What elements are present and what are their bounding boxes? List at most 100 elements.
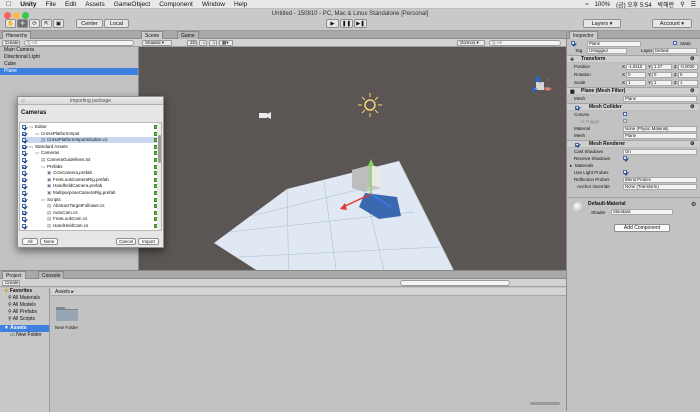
mesh-renderer-header[interactable]: Mesh Renderer ⚙ [567,140,699,148]
package-item-checkbox[interactable] [22,131,26,136]
scene-viewport[interactable] [139,47,566,270]
physic-material-field[interactable]: None (Physic Material) [623,125,697,132]
mesh-collider-header[interactable]: Mesh Collider ⚙ [567,103,699,111]
menu-window[interactable]: Window [202,1,225,8]
package-item[interactable]: ▭ Editor [22,124,161,130]
hierarchy-item[interactable]: Directional Light [0,54,138,61]
gear-icon[interactable]: ⚙ [690,104,694,111]
anchor-override-field[interactable]: None (Transform) [623,183,697,190]
layers-dropdown[interactable]: Layers ▾ [583,19,621,28]
receive-shadows-checkbox[interactable] [623,156,627,160]
transform-header[interactable]: ✛ Transform ⚙ [567,55,699,63]
scale-tool-button[interactable]: ⇱ [41,19,52,28]
package-item-checkbox[interactable] [22,197,26,202]
package-item[interactable]: ▤ CameraGuidelines.txt [22,157,161,163]
tab-project[interactable]: Project [2,271,26,279]
camera-gizmo[interactable] [259,112,271,119]
breadcrumb-assets[interactable]: Assets [55,289,70,295]
directional-light-gizmo[interactable] [358,93,382,117]
transform-rotation-z-field[interactable]: 0 [678,71,698,78]
package-item[interactable]: ▭ CrossPlatformInput [22,131,161,137]
gear-icon[interactable]: ⚙ [691,201,696,208]
package-item-checkbox[interactable] [22,144,26,149]
thumbnail-size-slider[interactable] [530,402,560,405]
package-item[interactable]: ▤ CrossPlatformInputInitialize.cs [22,137,161,144]
package-item[interactable]: ▭ Prefabs [22,164,161,170]
package-item[interactable]: ▭ Cameras [22,150,161,156]
hand-tool-button[interactable]: ✋ [5,19,16,28]
pause-button[interactable]: ❚❚ [340,19,353,28]
cancel-button[interactable]: Cancel [116,238,136,245]
cube-object[interactable] [352,165,382,192]
wifi-icon[interactable]: ≈ [585,2,588,8]
transform-scale-z-field[interactable]: 1 [678,79,698,86]
clock[interactable]: (금) 오후 5:54 [616,0,652,9]
transform-position-z-field[interactable]: -0.0030 [678,63,698,70]
select-all-button[interactable]: All [22,238,38,245]
step-button[interactable]: ▶❚ [354,19,367,28]
menu-edit[interactable]: Edit [65,1,76,8]
file-list-scrollbar[interactable] [157,123,161,230]
rotate-tool-button[interactable]: ⟳ [29,19,40,28]
mesh-field[interactable]: Plane [623,95,697,102]
package-item[interactable]: ▣ CctvCamera.prefab [22,170,161,176]
spotlight-icon[interactable]: ⚲ [680,1,684,8]
project-create-dropdown[interactable]: Create ▾ [2,279,20,286]
notification-icon[interactable]: ☰ [691,1,696,8]
project-breadcrumb[interactable]: Assets ▸ [51,288,566,296]
hierarchy-item[interactable]: Plane [0,68,138,75]
gizmos-dropdown[interactable]: Gizmos ▾ [457,39,485,46]
account-dropdown[interactable]: Account ▾ [652,19,692,28]
reflection-probes-dropdown[interactable]: Blend Probes [623,176,697,183]
scrollbar-thumb[interactable] [157,135,161,163]
menu-help[interactable]: Help [234,1,247,8]
transform-rotation-x-field[interactable]: 0 [626,71,646,78]
pivot-center-button[interactable]: Center [76,19,103,28]
is-trigger-checkbox[interactable] [623,119,627,123]
package-item-checkbox[interactable] [22,151,26,156]
object-active-checkbox[interactable] [571,41,575,45]
tag-dropdown[interactable]: Untagged [587,47,627,54]
tree-new-folder[interactable]: ▭ New Folder [0,332,49,339]
transform-scale-y-field[interactable]: 1 [652,79,672,86]
rect-tool-button[interactable]: ▣ [53,19,64,28]
hierarchy-search-input[interactable]: Q·All [24,39,134,46]
package-item[interactable]: ▣ FreeLookCameraRig.prefab [22,177,161,183]
add-component-button[interactable]: Add Component [614,224,670,232]
package-item-checkbox[interactable] [22,177,26,182]
audio-toggle[interactable]: ♫ [209,39,217,46]
favorite-item[interactable]: ⚲ All Prefabs [0,309,49,316]
select-none-button[interactable]: None [40,238,58,245]
package-item-checkbox[interactable] [22,217,26,222]
package-item[interactable]: ▤ AbstractTargetFollower.cs [22,203,161,209]
move-tool-button[interactable]: ✛ [17,19,28,28]
pivot-local-button[interactable]: Local [104,19,129,28]
package-item-checkbox[interactable] [22,224,26,228]
tab-inspector[interactable]: Inspector [569,31,598,39]
scene-search-input[interactable]: Q·All [489,39,561,46]
apple-icon[interactable]:  [6,1,11,8]
package-item[interactable]: ▣ HandheldCamera.prefab [22,183,161,189]
static-checkbox[interactable] [673,41,677,45]
gear-icon[interactable]: ⚙ [690,88,694,95]
persp-label[interactable]: < Persp [535,86,551,91]
package-item[interactable]: ▭ Scripts [22,197,161,203]
menu-component[interactable]: Component [159,1,193,8]
dialog-close-button[interactable] [21,99,25,103]
tab-game[interactable]: Game [177,31,199,39]
transform-scale-x-field[interactable]: 1 [626,79,646,86]
materials-foldout-icon[interactable]: ▸ [570,162,572,169]
package-item[interactable]: ▤ HandHeldCam.cs [22,223,161,229]
convex-checkbox[interactable] [623,112,627,116]
hierarchy-item[interactable]: Cube [0,61,138,68]
package-item-checkbox[interactable] [22,158,26,162]
package-item-checkbox[interactable] [22,191,26,195]
user-name[interactable]: 박해란 [658,0,675,9]
hierarchy-item[interactable]: Main Camera [0,47,138,54]
favorite-item[interactable]: ⚲ All Materials [0,295,49,302]
layer-dropdown[interactable]: Default [653,47,697,54]
favorite-item[interactable]: ⚲ All Models [0,302,49,309]
materials-row[interactable]: ▸ Materials [567,162,699,169]
package-item[interactable]: ▤ FreeLookCam.cs [22,216,161,222]
transform-rotation-y-field[interactable]: 0 [652,71,672,78]
